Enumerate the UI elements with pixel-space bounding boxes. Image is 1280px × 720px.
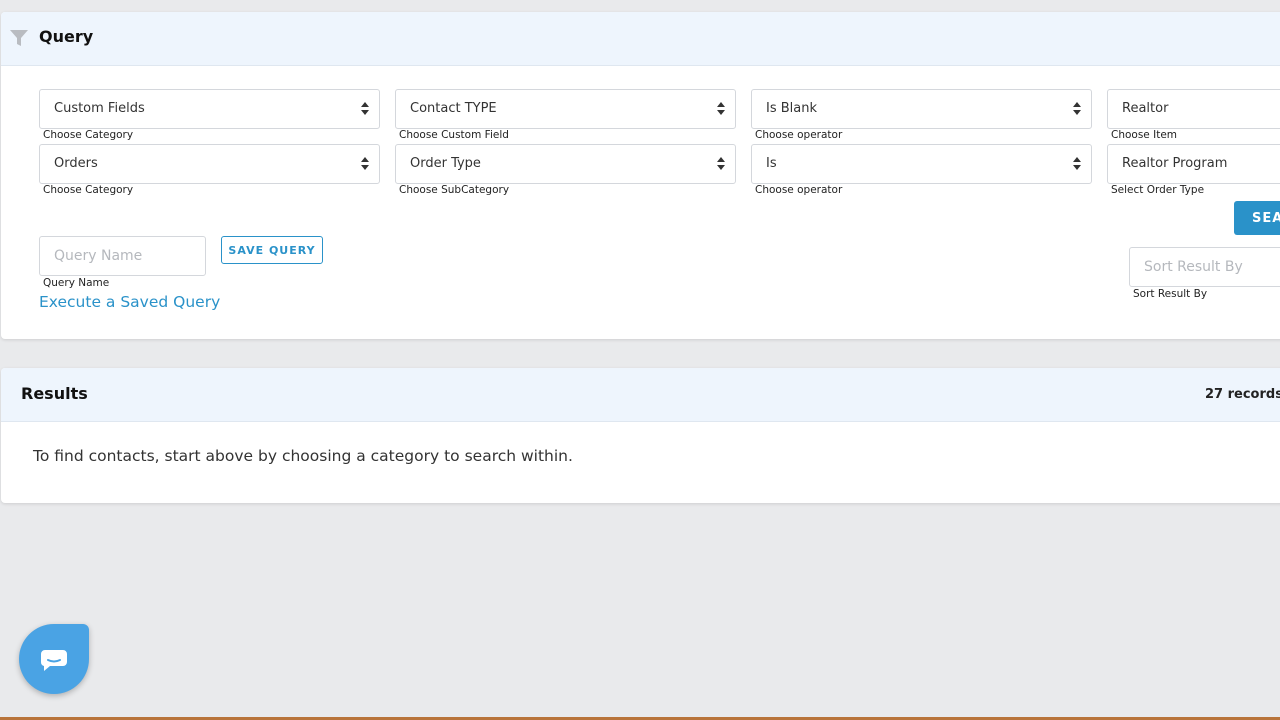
category-select-1[interactable]: Custom Fields <box>39 89 380 129</box>
query-name-label: Query Name <box>43 277 110 289</box>
item-select-value: Realtor <box>1122 101 1169 116</box>
save-query-button[interactable]: SAVE QUERY <box>221 236 323 264</box>
sort-caret-icon <box>1073 157 1081 171</box>
operator-select-1[interactable]: Is Blank <box>751 89 1092 129</box>
query-name-input[interactable] <box>39 236 206 276</box>
query-panel: Query Custom Fields Choose Category Cont… <box>1 12 1280 339</box>
top-strip <box>0 0 1280 12</box>
results-header: Results 27 records <box>1 368 1280 422</box>
search-button[interactable]: SEA <box>1234 201 1280 235</box>
order-type-select[interactable]: Realtor Program <box>1107 144 1280 184</box>
subcategory-select[interactable]: Order Type <box>395 144 736 184</box>
category-select-2[interactable]: Orders <box>39 144 380 184</box>
sort-caret-icon <box>717 157 725 171</box>
execute-saved-query-link[interactable]: Execute a Saved Query <box>39 293 220 311</box>
category-label-2: Choose Category <box>43 184 134 196</box>
order-type-select-value: Realtor Program <box>1122 156 1228 171</box>
operator-select-2[interactable]: Is <box>751 144 1092 184</box>
sort-caret-icon <box>1073 102 1081 116</box>
subcategory-label: Choose SubCategory <box>399 184 510 196</box>
custom-field-select-value: Contact TYPE <box>410 101 497 116</box>
category-label-1: Choose Category <box>43 129 134 141</box>
operator-select-2-value: Is <box>766 156 777 171</box>
operator-label-1: Choose operator <box>755 129 843 141</box>
query-title: Query <box>39 27 94 46</box>
operator-select-1-value: Is Blank <box>766 101 818 116</box>
filter-icon <box>10 30 28 46</box>
query-header: Query <box>1 12 1280 66</box>
category-select-2-value: Orders <box>54 156 98 171</box>
records-count: 27 records <box>1205 387 1280 402</box>
chat-icon <box>40 650 67 671</box>
order-type-label: Select Order Type <box>1111 184 1205 196</box>
sort-caret-icon <box>361 157 369 171</box>
sort-result-input[interactable] <box>1129 247 1280 287</box>
item-label: Choose Item <box>1111 129 1178 141</box>
category-select-1-value: Custom Fields <box>54 101 145 116</box>
operator-label-2: Choose operator <box>755 184 843 196</box>
subcategory-select-value: Order Type <box>410 156 481 171</box>
item-select[interactable]: Realtor <box>1107 89 1280 129</box>
sort-caret-icon <box>717 102 725 116</box>
results-panel: Results 27 records To find contacts, sta… <box>1 368 1280 503</box>
results-empty-message: To find contacts, start above by choosin… <box>33 447 573 465</box>
custom-field-label: Choose Custom Field <box>399 129 509 141</box>
sort-result-label: Sort Result By <box>1133 288 1208 300</box>
chat-launcher-button[interactable] <box>19 624 89 694</box>
custom-field-select[interactable]: Contact TYPE <box>395 89 736 129</box>
sort-caret-icon <box>361 102 369 116</box>
results-title: Results <box>21 384 88 403</box>
